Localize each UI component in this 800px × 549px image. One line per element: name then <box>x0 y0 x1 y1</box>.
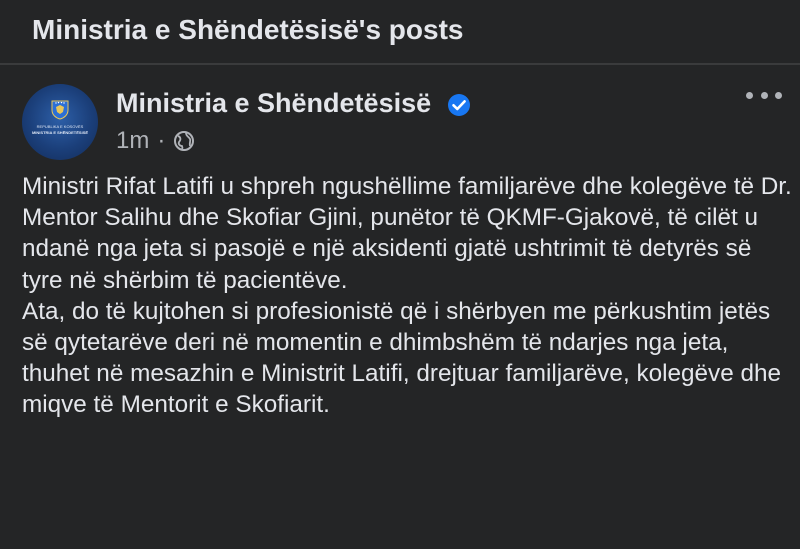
avatar-caption-country: REPUBLIKA E KOSOVËS <box>36 124 84 129</box>
page-header: Ministria e Shëndetësisë's posts <box>0 0 800 62</box>
dot-icon <box>760 91 768 99</box>
post-paragraph: Ata, do të kujtohen si profesionistë që … <box>22 297 781 419</box>
post-paragraph: Ministri Rifat Latifi u shpreh ngushëlli… <box>22 173 792 294</box>
dot-icon <box>775 91 782 99</box>
coat-of-arms-icon <box>51 100 69 120</box>
post-meta: 1m · <box>116 126 195 156</box>
post-author[interactable]: Ministria e Shëndetësisë <box>116 88 431 119</box>
post-timestamp[interactable]: 1m <box>116 127 149 155</box>
meta-separator: · <box>157 127 166 154</box>
avatar-caption-ministry: MINISTRIA E SHËNDETËSISË <box>31 130 89 135</box>
page-title: Ministria e Shëndetësisë's posts <box>32 14 464 45</box>
post-body: Ministri Rifat Latifi u shpreh ngushëlli… <box>22 171 792 421</box>
globe-icon[interactable] <box>173 130 195 152</box>
verified-badge-icon <box>448 94 470 116</box>
avatar[interactable]: REPUBLIKA E KOSOVËS MINISTRIA E SHËNDETË… <box>22 84 98 160</box>
more-options-button[interactable] <box>746 85 782 105</box>
dot-icon <box>746 91 753 99</box>
